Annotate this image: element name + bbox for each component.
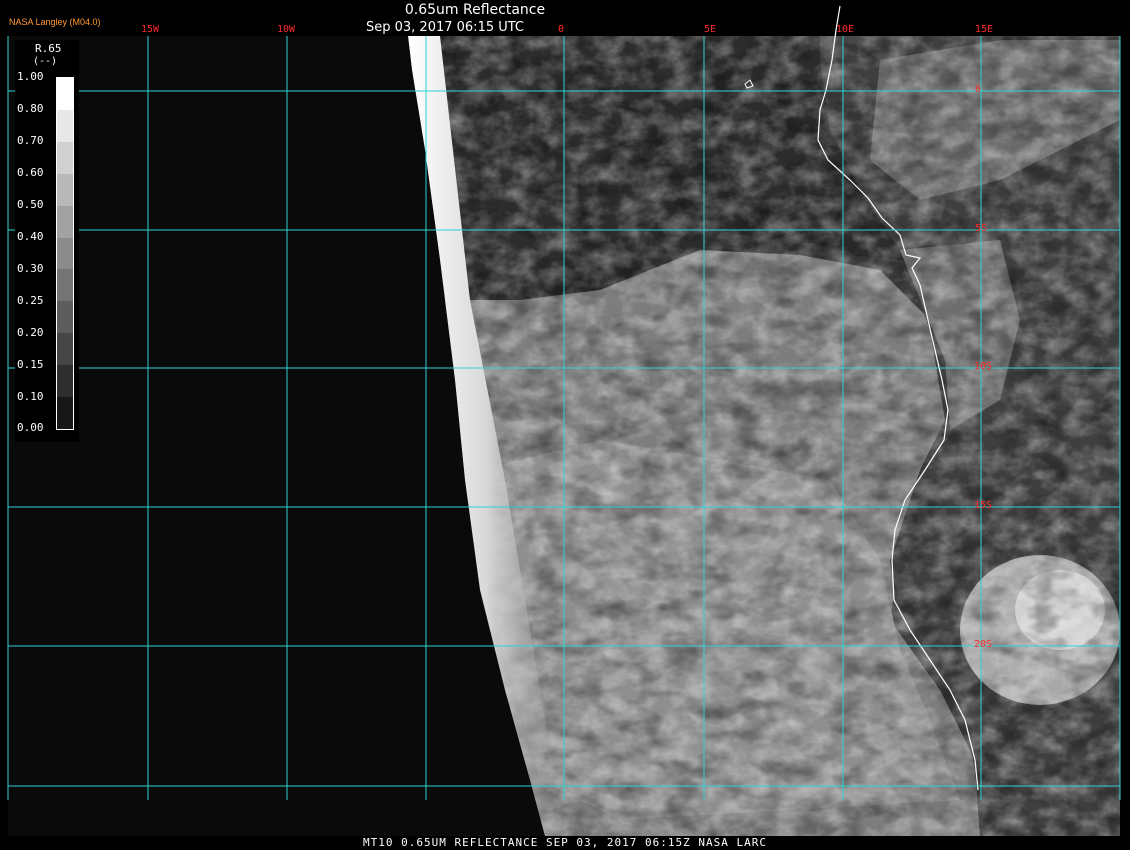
colorbar-step [57, 141, 73, 175]
colorbar-step [57, 301, 73, 334]
colorbar-tick: 0.80 [17, 102, 44, 115]
colorbar-tick: 0.25 [17, 294, 44, 307]
colorbar-tick: 0.10 [17, 390, 44, 403]
lat-label-15s: 15S [974, 500, 993, 511]
colorbar-tick: 0.40 [17, 230, 44, 243]
colorbar-step [57, 397, 73, 430]
image-footer: MT10 0.65UM REFLECTANCE SEP 03, 2017 06:… [363, 836, 767, 849]
colorbar-ramp [56, 77, 74, 430]
colorbar-tick: 0.30 [17, 262, 44, 275]
lon-label-5e: 5E [704, 24, 717, 35]
colorbar-tick: 1.00 [17, 70, 44, 83]
lon-label-10w: 10W [277, 24, 296, 35]
colorbar-variable: R.65 [35, 42, 62, 55]
colorbar-tick: 0.20 [17, 326, 44, 339]
lat-label-5s: 5S [975, 223, 988, 234]
satellite-image-panel: 0.65um Reflectance Sep 03, 2017 06:15 UT… [0, 0, 1130, 850]
lon-label-15w: 15W [141, 24, 160, 35]
colorbar-tick: 0.60 [17, 166, 44, 179]
colorbar-step [57, 78, 73, 111]
lat-label-20s: 20S [974, 639, 993, 650]
colorbar-step [57, 173, 73, 207]
colorbar-tick: 0.70 [17, 134, 44, 147]
colorbar-step [57, 333, 73, 366]
lon-label-10e: 10E [836, 24, 855, 35]
producer-credit: NASA Langley (M04.0) [9, 17, 101, 27]
image-timestamp: Sep 03, 2017 06:15 UTC [365, 20, 525, 35]
lon-label-0: 0 [558, 24, 565, 35]
colorbar-units: (--) [33, 56, 58, 67]
colorbar-step [57, 109, 73, 143]
reflectance-map [7, 5, 1121, 836]
colorbar-step [57, 269, 73, 302]
colorbar-tick: 0.15 [17, 358, 44, 371]
lat-label-0: 0 [975, 84, 982, 95]
colorbar-tick: 0.00 [17, 421, 44, 434]
colorbar-tick: 0.50 [17, 198, 44, 211]
colorbar-legend: R.65 (--) 1.00 0.80 0.70 0.60 0.50 0.40 … [15, 40, 79, 442]
image-title: 0.65um Reflectance [404, 2, 546, 18]
lon-label-15e: 15E [975, 24, 994, 35]
colorbar-step [57, 237, 73, 270]
colorbar-step [57, 205, 73, 239]
colorbar-step [57, 365, 73, 398]
lat-label-10s: 10S [974, 361, 993, 372]
